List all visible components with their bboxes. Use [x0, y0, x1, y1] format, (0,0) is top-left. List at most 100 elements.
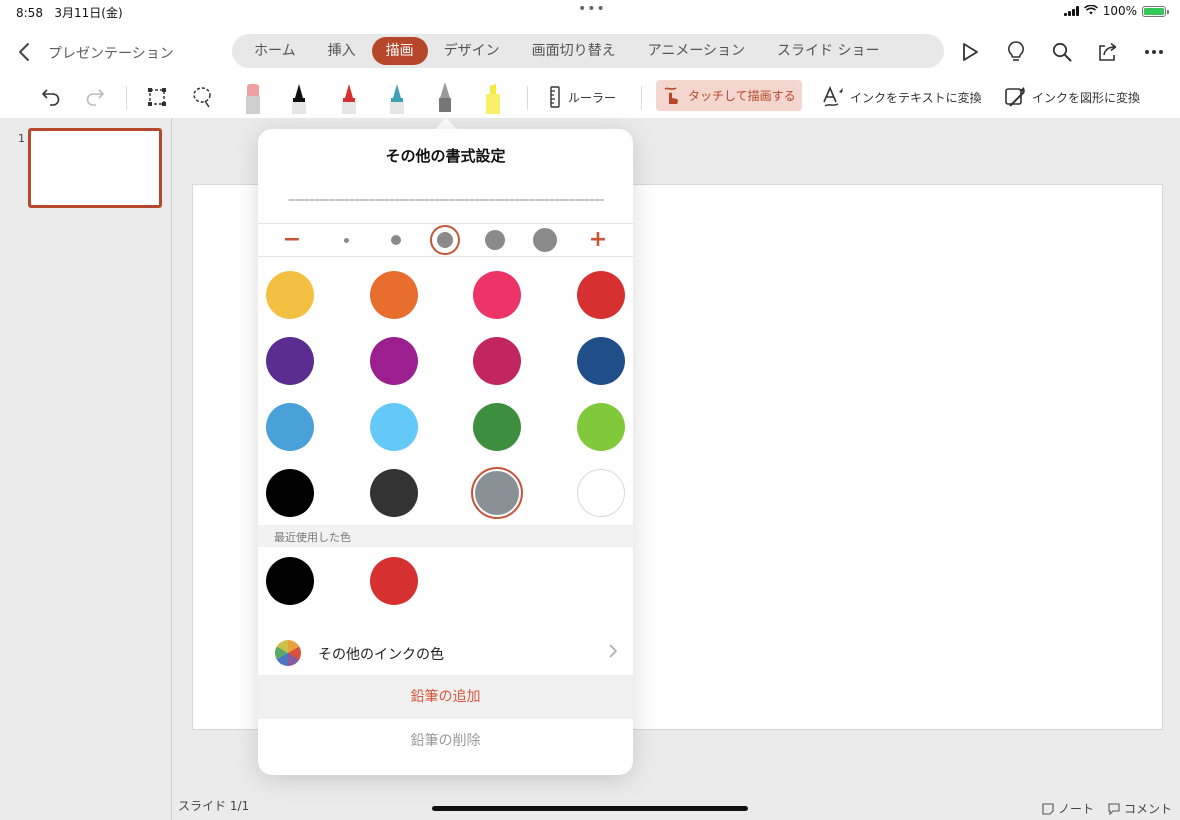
- ruler-label: ルーラー: [568, 90, 617, 105]
- app-top-bar: プレゼンテーション ホーム 挿入 描画 デザイン 画面切り替え アニメーション …: [0, 24, 1180, 80]
- document-title: プレゼンテーション: [48, 46, 174, 62]
- slide-count: スライド 1/1: [178, 799, 250, 813]
- tab-slideshow[interactable]: スライド ショー: [761, 37, 895, 65]
- color-swatch-selected[interactable]: [471, 467, 523, 519]
- plus-icon: +: [588, 227, 608, 252]
- redo-icon[interactable]: [80, 80, 110, 114]
- tab-transitions[interactable]: 画面切り替え: [516, 37, 632, 65]
- color-swatch[interactable]: [577, 403, 625, 451]
- ribbon-tab-bar: ホーム 挿入 描画 デザイン 画面切り替え アニメーション スライド ショー: [232, 34, 944, 68]
- comments-button[interactable]: コメント: [1108, 800, 1172, 817]
- color-swatch[interactable]: [266, 271, 314, 319]
- touch-draw-label: タッチして描画する: [688, 89, 796, 103]
- ruler-button[interactable]: ルーラー: [548, 80, 616, 114]
- home-indicator[interactable]: [432, 806, 748, 811]
- ruler-icon: [550, 86, 560, 108]
- chevron-right-icon: [609, 644, 617, 658]
- tab-insert[interactable]: 挿入: [312, 37, 372, 65]
- more-ink-colors-label: その他のインクの色: [318, 647, 444, 663]
- multitasking-dots-icon[interactable]: •••: [578, 1, 606, 17]
- pencil-gray-icon[interactable]: [430, 80, 460, 114]
- format-popover: その他の書式設定 − + 最近使用した色 その他のインクの色 鉛筆の追加 鉛筆の…: [258, 129, 633, 775]
- eraser-icon[interactable]: [238, 80, 268, 114]
- stroke-preview: [288, 199, 604, 201]
- tab-draw[interactable]: 描画: [371, 37, 428, 65]
- color-swatch[interactable]: [266, 469, 314, 517]
- size-option[interactable]: [529, 224, 561, 256]
- delete-pencil-button[interactable]: 鉛筆の削除: [258, 719, 633, 763]
- stroke-size-row: − +: [258, 224, 633, 256]
- color-swatch[interactable]: [473, 271, 521, 319]
- color-swatch[interactable]: [266, 403, 314, 451]
- ink-to-text-button[interactable]: インクをテキストに変換: [822, 80, 982, 114]
- more-options-icon[interactable]: [1138, 36, 1170, 68]
- more-ink-colors-row[interactable]: その他のインクの色: [258, 631, 633, 675]
- ink-to-shape-label: インクを図形に変換: [1032, 90, 1141, 105]
- touch-draw-icon: [664, 86, 679, 104]
- tab-home[interactable]: ホーム: [238, 37, 312, 65]
- color-swatch[interactable]: [577, 469, 625, 517]
- ink-to-text-icon: [823, 86, 843, 107]
- ink-to-shape-icon: [1005, 87, 1025, 107]
- add-pencil-button[interactable]: 鉛筆の追加: [258, 675, 633, 719]
- color-swatch[interactable]: [370, 337, 418, 385]
- ribbon-divider: [126, 86, 127, 110]
- size-option[interactable]: [479, 224, 511, 256]
- share-icon[interactable]: [1092, 36, 1124, 68]
- comment-icon: [1108, 802, 1120, 815]
- minus-icon: −: [282, 227, 302, 252]
- size-option[interactable]: [330, 224, 362, 256]
- ink-to-text-label: インクをテキストに変換: [850, 90, 982, 105]
- decrease-size-button[interactable]: −: [276, 224, 308, 256]
- play-icon[interactable]: [954, 36, 986, 68]
- ink-to-shape-button[interactable]: インクを図形に変換: [1004, 80, 1140, 114]
- teal-pen-icon[interactable]: [382, 80, 412, 114]
- color-swatch[interactable]: [577, 271, 625, 319]
- recent-colors-label: 最近使用した色: [274, 531, 351, 544]
- color-swatch[interactable]: [370, 469, 418, 517]
- chevron-left-icon: [19, 43, 29, 61]
- slide-thumbnail-pane: 1: [0, 118, 172, 820]
- color-swatch[interactable]: [473, 403, 521, 451]
- size-option-selected[interactable]: [429, 224, 461, 256]
- tab-animations[interactable]: アニメーション: [632, 37, 761, 65]
- color-swatch[interactable]: [473, 337, 521, 385]
- recent-colors-header: 最近使用した色: [258, 525, 633, 547]
- status-right: 100%: [1063, 4, 1169, 18]
- note-icon: [1042, 802, 1054, 815]
- color-swatch[interactable]: [266, 337, 314, 385]
- top-actions: [954, 36, 1170, 68]
- highlighter-icon[interactable]: [478, 80, 508, 114]
- status-time: 8:58 3月11日(金): [16, 6, 123, 20]
- tab-design[interactable]: デザイン: [428, 37, 516, 65]
- color-swatch[interactable]: [577, 337, 625, 385]
- color-swatch[interactable]: [370, 403, 418, 451]
- ribbon-divider: [527, 86, 528, 110]
- undo-icon[interactable]: [36, 80, 66, 114]
- notes-label: ノート: [1057, 802, 1094, 816]
- divider: [258, 256, 633, 257]
- battery-percent: 100%: [1102, 4, 1137, 18]
- back-button[interactable]: [12, 38, 36, 66]
- color-swatch[interactable]: [370, 271, 418, 319]
- touch-to-draw-button[interactable]: タッチして描画する: [656, 80, 802, 111]
- black-pen-icon[interactable]: [284, 80, 314, 114]
- recent-color-swatch[interactable]: [370, 557, 418, 605]
- cellular-signal-icon: [1063, 6, 1079, 16]
- wifi-icon: [1083, 4, 1098, 18]
- select-objects-icon[interactable]: [142, 80, 172, 114]
- size-option[interactable]: [380, 224, 412, 256]
- recent-color-swatch[interactable]: [266, 557, 314, 605]
- draw-ribbon: ルーラー タッチして描画する インクをテキストに変換 インクを図形に変換: [0, 80, 1180, 118]
- notes-button[interactable]: ノート: [1042, 800, 1094, 817]
- lasso-select-icon[interactable]: [188, 80, 218, 114]
- lightbulb-icon[interactable]: [1000, 36, 1032, 68]
- comments-label: コメント: [1123, 802, 1172, 816]
- search-icon[interactable]: [1046, 36, 1078, 68]
- popover-title: その他の書式設定: [385, 147, 506, 165]
- increase-size-button[interactable]: +: [582, 224, 614, 256]
- red-pen-icon[interactable]: [334, 80, 364, 114]
- bottom-actions: ノート コメント: [1042, 800, 1172, 817]
- battery-icon: [1142, 5, 1169, 17]
- slide-thumbnail[interactable]: [28, 128, 162, 208]
